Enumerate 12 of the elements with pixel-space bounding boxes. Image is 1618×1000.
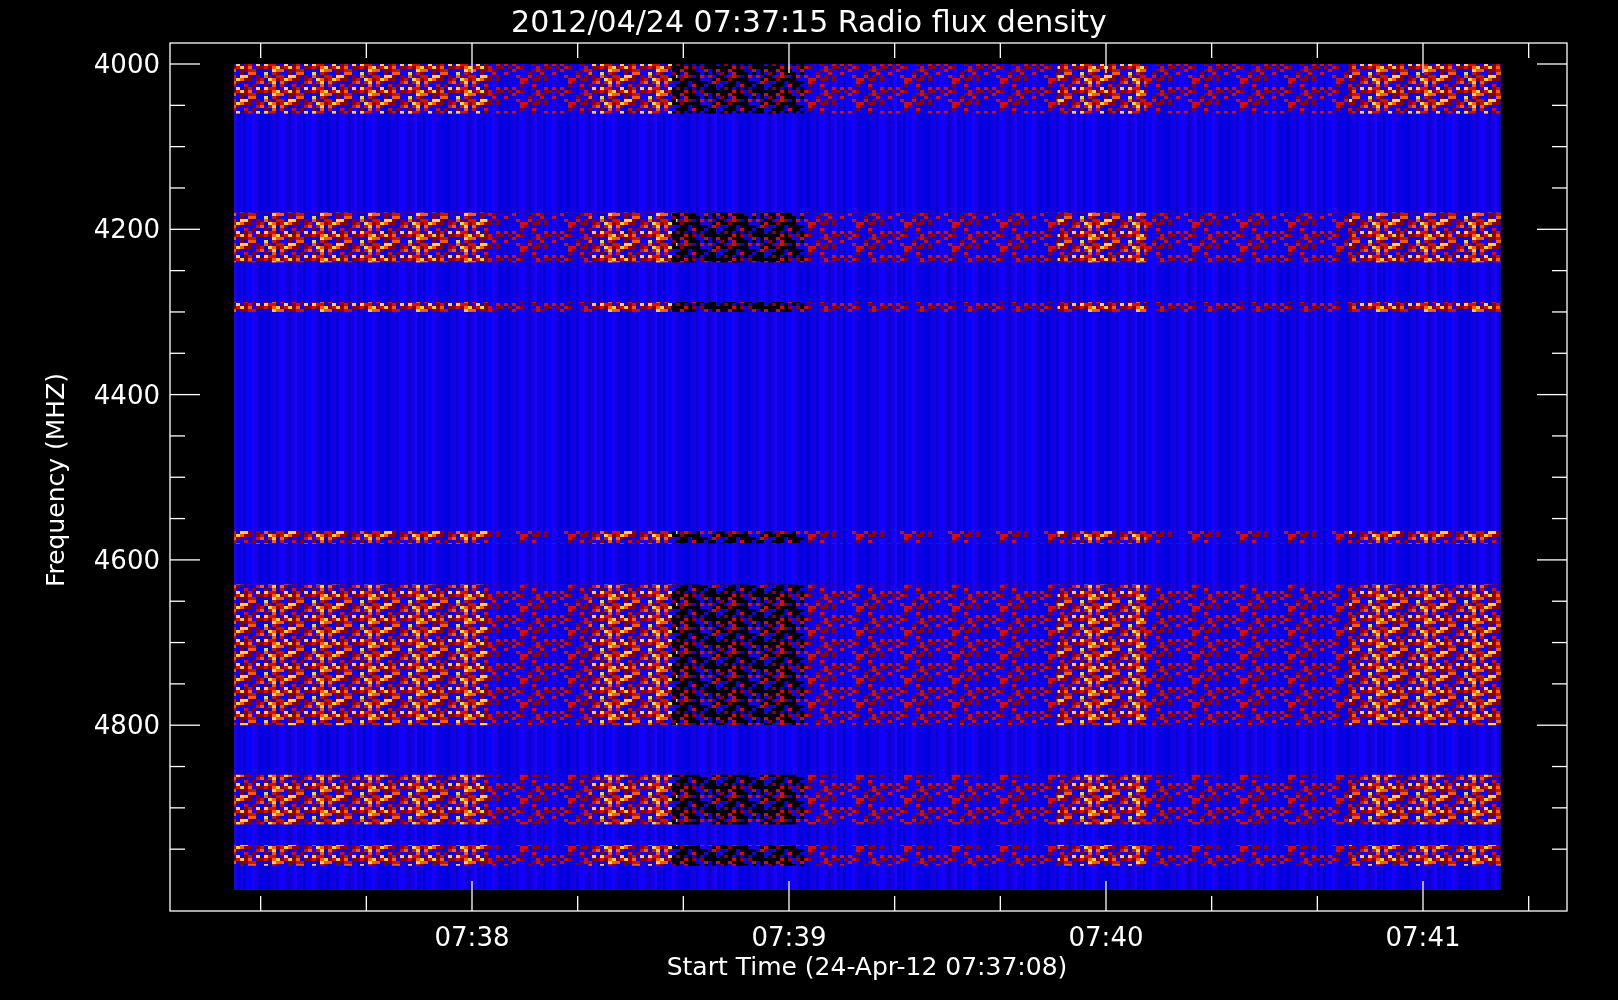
y-axis-label: Frequency (MHZ) [41, 372, 70, 588]
x-axis-label: Start Time (24-Apr-12 07:37:08) [666, 952, 1068, 981]
tick-label: 07:40 [1068, 922, 1144, 952]
tick-label: 4200 [93, 214, 160, 245]
tick-label: 4400 [93, 379, 160, 410]
chart-title: 2012/04/24 07:37:15 Radio flux density [511, 4, 1107, 39]
tick-label: 4600 [93, 544, 160, 575]
tick-label: 4800 [93, 710, 160, 741]
tick-label: 07:41 [1385, 922, 1461, 952]
tick-label: 07:38 [434, 922, 510, 952]
tick-label: 07:39 [751, 922, 827, 952]
tick-label: 4000 [93, 49, 160, 79]
